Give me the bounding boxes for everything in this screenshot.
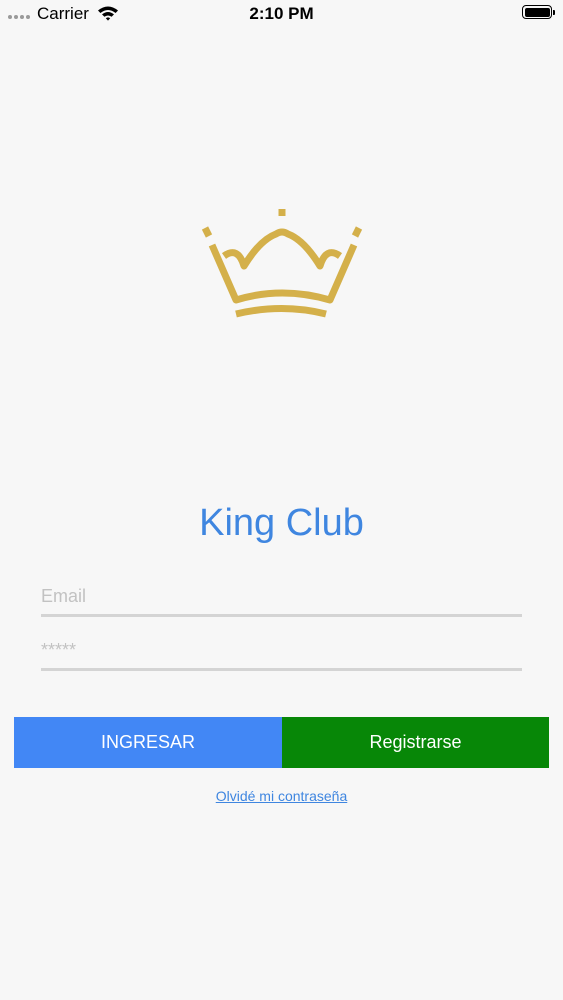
forgot-password-link[interactable]: Olvidé mi contraseña — [216, 788, 348, 804]
email-field[interactable] — [41, 578, 522, 614]
status-bar: Carrier 2:10 PM — [0, 0, 563, 28]
login-button[interactable]: INGRESAR — [14, 717, 282, 768]
password-field-container — [41, 632, 522, 671]
email-field-container — [41, 578, 522, 617]
register-button[interactable]: Registrarse — [282, 717, 549, 768]
forgot-password-container: Olvidé mi contraseña — [0, 788, 563, 804]
status-time: 2:10 PM — [249, 4, 314, 23]
battery-icon — [522, 5, 555, 19]
crown-icon — [201, 209, 363, 318]
password-field[interactable] — [41, 632, 522, 668]
app-title: King Club — [199, 502, 364, 544]
